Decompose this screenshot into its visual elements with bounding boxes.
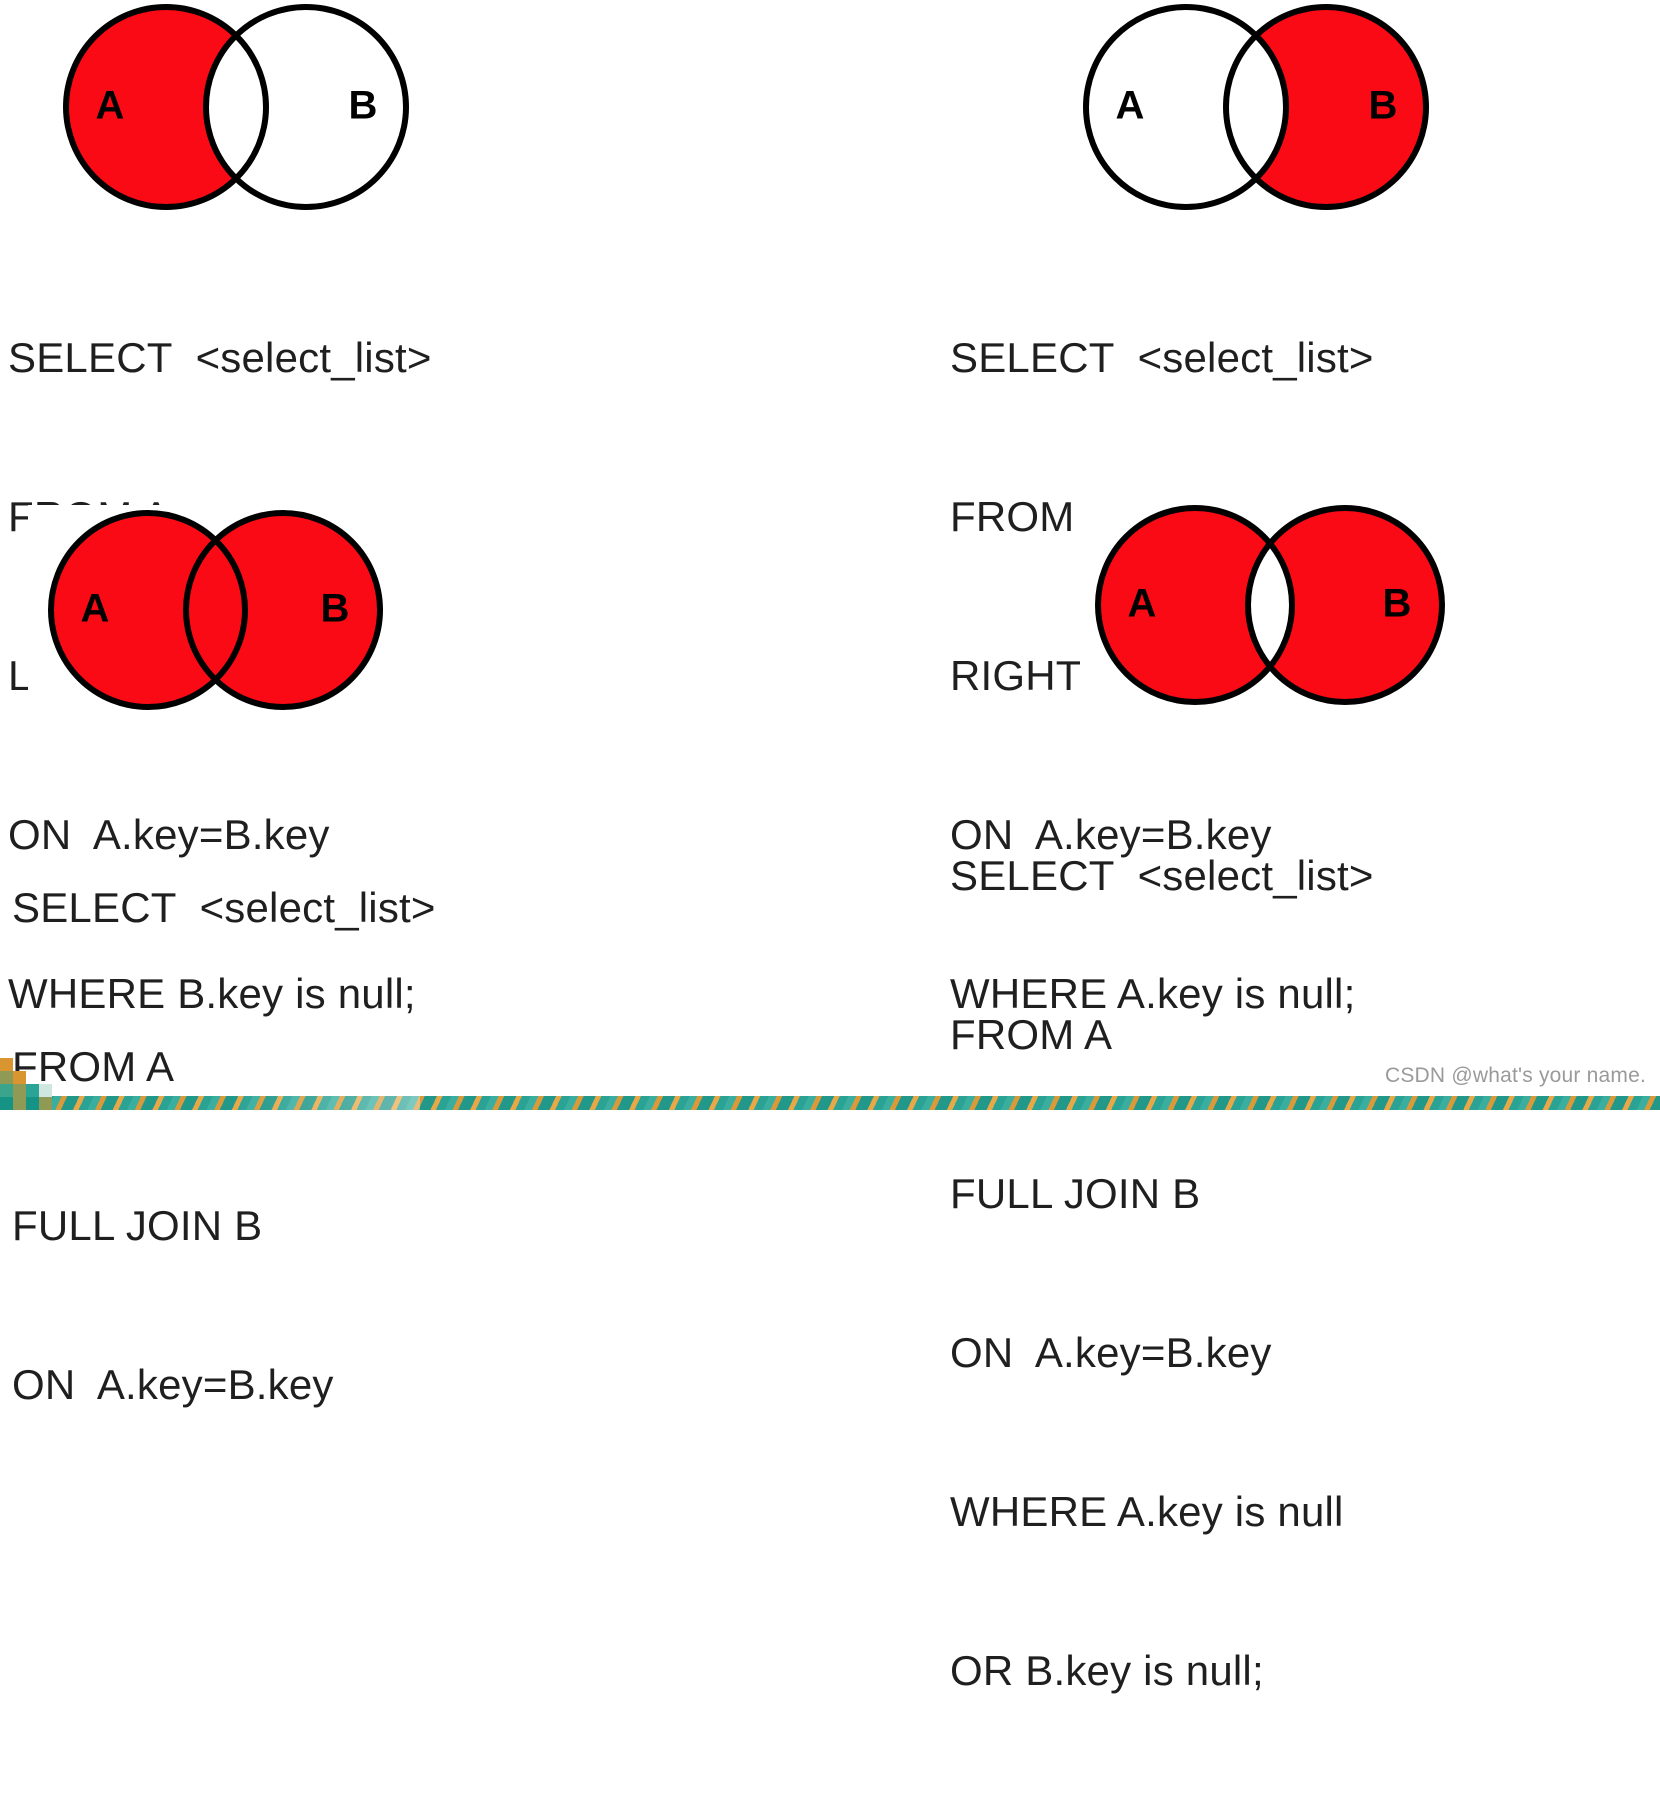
sql-line: SELECT <select_list>	[950, 852, 1374, 899]
sql-line: FULL JOIN B	[12, 1202, 263, 1249]
sql-line: WHERE A.key is null	[950, 1488, 1344, 1535]
watermark-text: CSDN @what's your name.	[1384, 1064, 1646, 1087]
decorative-band-fade	[0, 1096, 420, 1110]
sql-line: FROM A	[950, 1011, 1113, 1058]
venn-diagram-right-anti-join: A B	[1058, 0, 1458, 215]
sql-joins-reference-page: A B SELECT <select_list> FROM A LEFT JOI…	[0, 0, 1660, 1694]
sql-line: ON A.key=B.key	[950, 1329, 1272, 1376]
venn-svg: A B	[1058, 0, 1458, 215]
venn-svg: A B	[38, 0, 438, 215]
sql-line: OR B.key is null;	[950, 1647, 1264, 1694]
join-card-full-outer-exclusive-join: A B SELECT <select_list> FROM A FULL JOI…	[940, 495, 1480, 1803]
venn-diagram-left-anti-join: A B	[38, 0, 438, 215]
venn-svg: A B	[28, 505, 428, 720]
sql-line: SELECT <select_list>	[950, 334, 1374, 381]
sql-line: FULL JOIN B	[950, 1170, 1201, 1217]
join-card-full-outer-join: A B SELECT <select_list> FROM A FULL JOI…	[0, 495, 436, 1517]
venn-svg: A B	[1080, 500, 1480, 715]
circle-b-label: B	[321, 587, 350, 631]
circle-b-label: B	[1369, 84, 1398, 128]
sql-line: SELECT <select_list>	[12, 884, 436, 931]
sql-snippet-full-outer-exclusive-join: SELECT <select_list> FROM A FULL JOIN B …	[950, 743, 1480, 1803]
venn-diagram-full-outer-join: A B	[28, 505, 436, 720]
circle-a-label: A	[96, 84, 125, 128]
sql-snippet-full-outer-join: SELECT <select_list> FROM A FULL JOIN B …	[12, 775, 436, 1517]
venn-diagram-full-outer-exclusive-join: A B	[1080, 500, 1480, 715]
circle-a-label: A	[1128, 582, 1157, 626]
decorative-corner-blocks	[0, 1058, 58, 1110]
sql-line: FROM A	[12, 1043, 175, 1090]
sql-line: ON A.key=B.key	[12, 1361, 334, 1408]
circle-a-label: A	[1116, 84, 1145, 128]
circle-a-label: A	[81, 587, 110, 631]
circle-b-label: B	[1383, 582, 1412, 626]
sql-line: SELECT <select_list>	[8, 334, 432, 381]
circle-b-label: B	[349, 84, 378, 128]
